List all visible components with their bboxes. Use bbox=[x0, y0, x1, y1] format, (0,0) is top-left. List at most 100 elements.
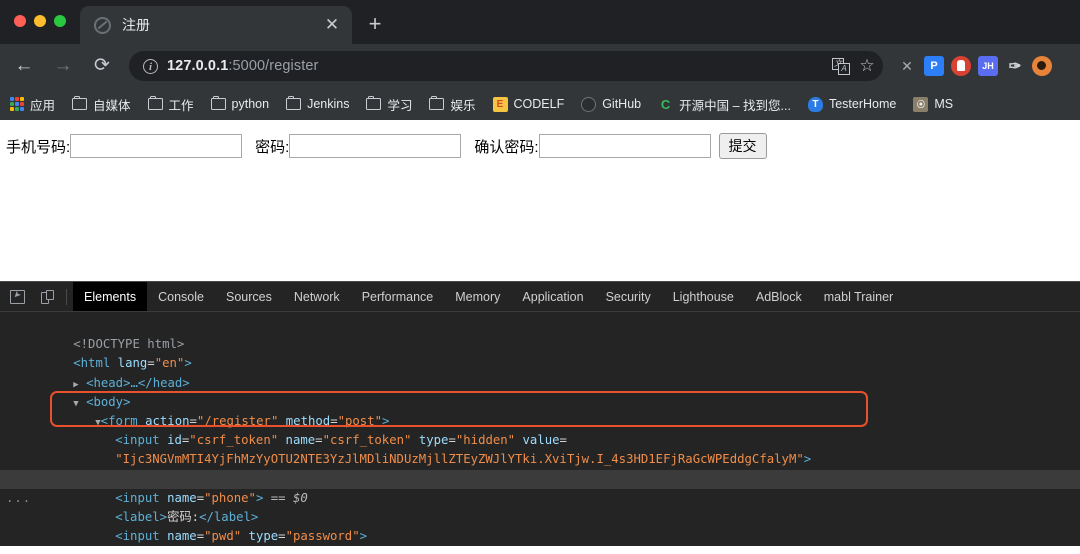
bookmark-label: 工作 bbox=[168, 98, 194, 113]
bookmark-star-icon[interactable]: ☆ bbox=[857, 57, 877, 75]
bookmark-label: GitHub bbox=[602, 97, 642, 111]
bookmark-label: 开源中国 – 找到您... bbox=[679, 98, 791, 113]
tab-sources[interactable]: Sources bbox=[215, 282, 283, 312]
confirm-password-label: 确认密码: bbox=[474, 138, 539, 156]
page-viewport: 手机号码: 密码: 确认密码: 提交 bbox=[0, 120, 1080, 281]
globe-slash-icon bbox=[94, 16, 111, 34]
close-extension-icon[interactable]: ✕ bbox=[897, 56, 917, 76]
forward-icon[interactable]: → bbox=[48, 51, 78, 81]
dom-line-label-pwd[interactable]: <label>密码:</label> bbox=[0, 489, 1080, 524]
tab-lighthouse[interactable]: Lighthouse bbox=[662, 282, 745, 312]
close-window-button[interactable] bbox=[14, 15, 26, 27]
tab-performance[interactable]: Performance bbox=[351, 282, 445, 312]
phone-label: 手机号码: bbox=[6, 138, 71, 156]
browser-tab[interactable]: 注册 ✕ bbox=[80, 6, 352, 44]
dom-line-form[interactable]: ▼<form action="/register" method="post"> bbox=[0, 393, 1080, 428]
pocket-extension-icon[interactable]: P bbox=[924, 56, 944, 76]
bookmark-github[interactable]: GitHub bbox=[581, 96, 642, 112]
submit-button[interactable]: 提交 bbox=[718, 133, 767, 159]
url-path: :5000/register bbox=[228, 58, 319, 74]
tab-network[interactable]: Network bbox=[283, 282, 351, 312]
phone-input[interactable] bbox=[70, 134, 243, 158]
bookmark-gongzuo[interactable]: 工作 bbox=[147, 95, 194, 114]
browser-window: 注册 ✕ + ← → ⟳ i 127.0.0.1:5000/register 文… bbox=[0, 0, 1080, 554]
bookmark-label: 娱乐 bbox=[450, 98, 476, 113]
tab-memory[interactable]: Memory bbox=[444, 282, 511, 312]
inspect-element-icon[interactable] bbox=[4, 284, 30, 310]
devtools-tab-bar: Elements Console Sources Network Perform… bbox=[0, 281, 1080, 312]
toolbar-divider bbox=[66, 289, 67, 305]
dom-line-html[interactable]: <html lang="en"> bbox=[0, 335, 1080, 370]
address-bar-url: 127.0.0.1:5000/register bbox=[167, 58, 318, 74]
bookmark-apps[interactable]: 应用 bbox=[10, 95, 55, 114]
bookmark-label: python bbox=[231, 97, 270, 111]
bookmark-codelf[interactable]: E CODELF bbox=[492, 96, 564, 112]
github-icon bbox=[581, 96, 597, 112]
bookmark-jenkins[interactable]: Jenkins bbox=[286, 95, 350, 111]
dom-line-doctype[interactable]: <!DOCTYPE html> bbox=[0, 316, 1080, 351]
bookmark-label: 应用 bbox=[30, 98, 56, 113]
site-info-icon[interactable]: i bbox=[143, 58, 158, 74]
tab-console[interactable]: Console bbox=[147, 282, 215, 312]
dom-line-csrf-input[interactable]: <input id="csrf_token" name="csrf_token"… bbox=[0, 412, 1080, 447]
password-label: 密码: bbox=[255, 138, 290, 156]
tab-elements[interactable]: Elements bbox=[73, 282, 148, 312]
dom-line-label-confirm[interactable]: <label>确认密码:</label> bbox=[0, 527, 1080, 546]
password-input[interactable] bbox=[289, 134, 462, 158]
folder-icon bbox=[147, 95, 163, 110]
bookmark-label: 学习 bbox=[387, 98, 413, 113]
address-bar[interactable]: i 127.0.0.1:5000/register 文A ☆ bbox=[129, 51, 883, 81]
owl-extension-icon[interactable] bbox=[1032, 56, 1052, 76]
bookmark-testerhome[interactable]: T TesterHome bbox=[807, 96, 896, 112]
tab-security[interactable]: Security bbox=[595, 282, 662, 312]
title-bar: 注册 ✕ + bbox=[0, 0, 1080, 44]
bookmark-yule[interactable]: 娱乐 bbox=[429, 95, 476, 114]
tab-application[interactable]: Application bbox=[511, 282, 594, 312]
scribble-extension-icon[interactable]: ✑ bbox=[1005, 56, 1025, 76]
bookmarks-bar: 应用 自媒体 工作 python Jenkins 学习 娱乐 E CODELF bbox=[0, 88, 1080, 120]
folder-icon bbox=[429, 95, 445, 110]
bookmark-label: Jenkins bbox=[307, 97, 350, 111]
ms-icon: ⦿ bbox=[913, 96, 929, 112]
dom-tree[interactable]: <!DOCTYPE html> <html lang="en"> ▶ <head… bbox=[0, 312, 1080, 546]
folder-icon bbox=[286, 95, 302, 110]
folder-icon bbox=[210, 95, 226, 110]
dom-line-input-pwd[interactable]: <input name="pwd" type="password"> bbox=[0, 508, 1080, 543]
bookmark-zimeiti[interactable]: 自媒体 bbox=[72, 95, 131, 114]
bookmark-xuexi[interactable]: 学习 bbox=[366, 95, 412, 114]
tab-title: 注册 bbox=[122, 17, 150, 33]
device-toolbar-icon[interactable] bbox=[34, 284, 60, 310]
browser-toolbar: ← → ⟳ i 127.0.0.1:5000/register 文A ☆ ✕ P… bbox=[0, 44, 1080, 88]
bookmark-label: MS bbox=[934, 97, 954, 111]
codelf-icon: E bbox=[492, 96, 508, 112]
extensions-tray: ✕ P JH ✑ bbox=[897, 56, 1052, 76]
minimize-window-button[interactable] bbox=[34, 15, 46, 27]
bookmark-ms[interactable]: ⦿ MS bbox=[913, 96, 954, 112]
testerhome-icon: T bbox=[807, 96, 823, 112]
folder-icon bbox=[72, 95, 88, 110]
bookmark-oschina[interactable]: C 开源中国 – 找到您... bbox=[658, 95, 791, 114]
close-icon[interactable]: ✕ bbox=[320, 13, 344, 37]
dom-line-body[interactable]: ▼ <body> bbox=[0, 374, 1080, 409]
dom-line-head[interactable]: ▶ <head>…</head> bbox=[0, 354, 1080, 390]
maximize-window-button[interactable] bbox=[54, 15, 66, 27]
jh-extension-icon[interactable]: JH bbox=[978, 56, 998, 76]
bookmark-python[interactable]: python bbox=[210, 95, 270, 111]
window-controls bbox=[14, 15, 66, 27]
oschina-icon: C bbox=[660, 96, 671, 112]
dom-line-input-phone[interactable]: ... <input name="phone"> == $0 bbox=[0, 469, 1080, 505]
reload-icon[interactable]: ⟳ bbox=[87, 51, 117, 81]
dom-line-label-phone[interactable]: <label>手机号码:</label> bbox=[0, 450, 1080, 486]
tab-adblock[interactable]: AdBlock bbox=[745, 282, 813, 312]
dom-line-csrf-token-value[interactable]: "Ijc3NGVmMTI4YjFhMzYyOTU2NTE3YzJlMDliNDU… bbox=[0, 431, 1080, 466]
apps-grid-icon bbox=[10, 97, 24, 111]
tab-mabl-trainer[interactable]: mabl Trainer bbox=[813, 282, 904, 312]
url-host: 127.0.0.1 bbox=[167, 58, 229, 74]
translate-icon[interactable]: 文A bbox=[832, 57, 851, 75]
adblock-extension-icon[interactable] bbox=[951, 56, 971, 76]
omnibox-actions: 文A ☆ bbox=[832, 51, 877, 81]
folder-icon bbox=[366, 95, 382, 110]
back-icon[interactable]: ← bbox=[9, 51, 39, 81]
confirm-password-input[interactable] bbox=[538, 134, 711, 158]
new-tab-button[interactable]: + bbox=[362, 12, 388, 38]
